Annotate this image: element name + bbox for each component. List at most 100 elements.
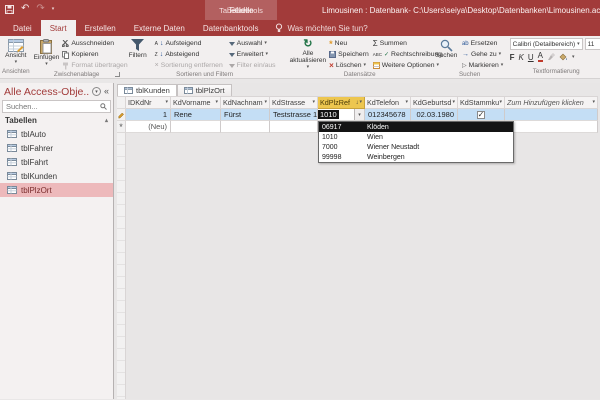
new-record-button[interactable]: * Neu (328, 38, 370, 49)
column-header[interactable]: KdStrasse ↓ ▾ (270, 97, 318, 109)
totals-button[interactable]: Σ Summen (372, 38, 432, 49)
refresh-all-button[interactable]: ↻ Alle aktualisieren ▾ (290, 38, 327, 70)
nav-pane-menu-icon[interactable]: ▾ (91, 87, 101, 96)
column-filter-caret-icon[interactable]: ▾ (592, 100, 595, 105)
nav-table-item[interactable]: tblAuto (0, 127, 113, 141)
nav-table-item[interactable]: tblKunden (0, 169, 113, 183)
column-filter-caret-icon[interactable]: ▾ (359, 100, 362, 105)
highlighter-icon[interactable] (547, 53, 556, 61)
cell-new[interactable] (270, 121, 318, 133)
italic-button[interactable]: K (519, 53, 524, 62)
find-button[interactable]: Suchen (434, 38, 459, 59)
cell-geburtsdatum[interactable]: 02.03.1980 (411, 109, 458, 121)
ribbon-tab[interactable]: Datenbanktools (194, 20, 268, 36)
column-header[interactable]: Zum Hinzufügen klicken ↓ ▾ (505, 97, 598, 109)
column-filter-caret-icon[interactable]: ▾ (165, 100, 168, 105)
column-filter-caret-icon[interactable]: ▾ (215, 100, 218, 105)
ribbon-tab[interactable]: Start (40, 20, 76, 36)
copy-button[interactable]: Kopieren (61, 49, 128, 60)
bold-button[interactable]: F (510, 53, 515, 62)
record-selector-edit[interactable] (117, 109, 126, 121)
column-header[interactable]: KdTelefon ↓ ▾ (365, 97, 411, 109)
nav-table-item[interactable]: tblFahrer (0, 141, 113, 155)
fill-color-bucket-icon[interactable] (559, 53, 568, 61)
lightbulb-icon (275, 23, 283, 33)
goto-button[interactable]: → Gehe zu ▾ (461, 49, 506, 60)
dropdown-option[interactable]: 1010 Wien (319, 132, 513, 142)
select-all-cell[interactable] (117, 97, 126, 109)
dropdown-option[interactable]: 7000 Wiener Neustadt (319, 142, 513, 152)
dropdown-option[interactable]: 99998 Weinbergen (319, 152, 513, 162)
collapse-group-icon[interactable]: ▴ (105, 117, 108, 124)
ribbon-tab[interactable]: Externe Daten (125, 20, 194, 36)
ribbon-tab[interactable]: Datei (4, 20, 41, 36)
nav-table-label: tblPlzOrt (21, 185, 52, 195)
refresh-icon: ↻ (303, 38, 313, 50)
column-filter-caret-icon[interactable]: ▾ (499, 100, 502, 105)
nav-table-item[interactable]: tblPlzOrt (0, 183, 113, 197)
column-filter-caret-icon[interactable]: ▾ (405, 100, 408, 105)
tell-me-box[interactable]: Was möchten Sie tun? (267, 20, 375, 36)
select-button[interactable]: ▷ Markieren ▾ (461, 60, 506, 71)
record-selector-new[interactable]: * (117, 121, 126, 133)
column-filter-caret-icon[interactable]: ▾ (264, 100, 267, 105)
delete-record-button[interactable]: × Löschen ▾ (328, 60, 370, 71)
spelling-button[interactable]: ABC ✓ Rechtschreibung (372, 49, 442, 60)
undo-icon[interactable]: ↶ (21, 3, 29, 15)
column-filter-caret-icon[interactable]: ▾ (312, 100, 315, 105)
table-icon (7, 130, 17, 138)
cell-nachname[interactable]: Fürst (221, 109, 270, 121)
checkbox[interactable]: ✓ (477, 110, 485, 119)
customize-qat-icon[interactable]: ▾ (52, 3, 55, 15)
cell-stammkunde[interactable]: ✓ (458, 109, 505, 121)
font-name-select[interactable]: Calibri (Detailbereich) ▾ (509, 38, 583, 50)
sort-descending-button[interactable]: Z ↓ Absteigend (154, 49, 226, 60)
dropdown-option[interactable]: 06917 Klöden (319, 122, 513, 132)
font-color-button[interactable]: A (537, 52, 544, 62)
shutter-bar-close-icon[interactable]: « (104, 87, 109, 96)
column-header[interactable]: KdPlzRef ↓ ▾ (318, 97, 365, 109)
font-size-select[interactable]: 11 (584, 38, 600, 50)
column-header[interactable]: IDKdNr ↓ ▾ (126, 97, 171, 109)
filter-button[interactable]: Filtern (124, 38, 152, 59)
column-header[interactable]: KdStammku ↓ ▾ (458, 97, 505, 109)
selection-filter-button[interactable]: Auswahl ▾ (228, 38, 286, 49)
view-button[interactable]: Ansicht ▾ (5, 38, 26, 65)
column-header[interactable]: KdGeburtsd ↓ ▾ (411, 97, 458, 109)
save-record-button[interactable]: Speichern (328, 49, 370, 60)
ribbon-tab[interactable]: Tabelle (205, 0, 277, 20)
nav-search-input[interactable] (6, 102, 100, 111)
clipboard-dialog-launcher-icon[interactable] (114, 72, 120, 77)
underline-button[interactable]: U (528, 53, 534, 62)
replace-button[interactable]: ab Ersetzen (461, 38, 506, 49)
column-header[interactable]: KdNachnam ↓ ▾ (221, 97, 270, 109)
cell-new[interactable] (505, 121, 598, 133)
cell-vorname[interactable]: Rene (171, 109, 221, 121)
column-filter-caret-icon[interactable]: ▾ (452, 100, 455, 105)
advanced-filter-button[interactable]: Erweitert ▾ (228, 49, 286, 60)
copy-icon (62, 50, 70, 59)
cell-new-id[interactable]: (Neu) (126, 121, 171, 133)
combo-dropdown-icon[interactable]: ▾ (354, 109, 364, 120)
nav-search-box[interactable] (2, 100, 111, 113)
nav-table-item[interactable]: tblFahrt (0, 155, 113, 169)
dropdown-ort: Wien (367, 133, 383, 141)
document-tab[interactable]: tblKunden (117, 84, 177, 96)
ribbon-tab[interactable]: Erstellen (76, 20, 125, 36)
nav-group-tables[interactable]: Tabellen ▴ (0, 114, 113, 127)
sort-ascending-button[interactable]: A ↓ Aufsteigend (154, 38, 226, 49)
cell-telefon[interactable]: 012345678 (365, 109, 411, 121)
document-tab[interactable]: tblPlzOrt (176, 84, 232, 96)
cell-add-new[interactable] (505, 109, 598, 121)
save-icon[interactable] (5, 3, 14, 15)
cell-new[interactable] (221, 121, 270, 133)
cell-strasse[interactable]: Teststrasse 14 (270, 109, 318, 121)
cell-idkdnr[interactable]: 1 (126, 109, 171, 121)
more-options-button[interactable]: Weitere Optionen ▾ (372, 60, 439, 71)
cell-new[interactable] (171, 121, 221, 133)
cut-button[interactable]: Ausschneiden (61, 38, 128, 49)
paste-button[interactable]: Einfügen ▾ (34, 38, 59, 67)
cell-plzref-combobox[interactable]: 1010 ▾ (318, 109, 365, 121)
ribbon-group-clipboard: Einfügen ▾ Ausschneiden Kopieren Format … (33, 38, 128, 78)
column-header[interactable]: KdVorname ↓ ▾ (171, 97, 221, 109)
